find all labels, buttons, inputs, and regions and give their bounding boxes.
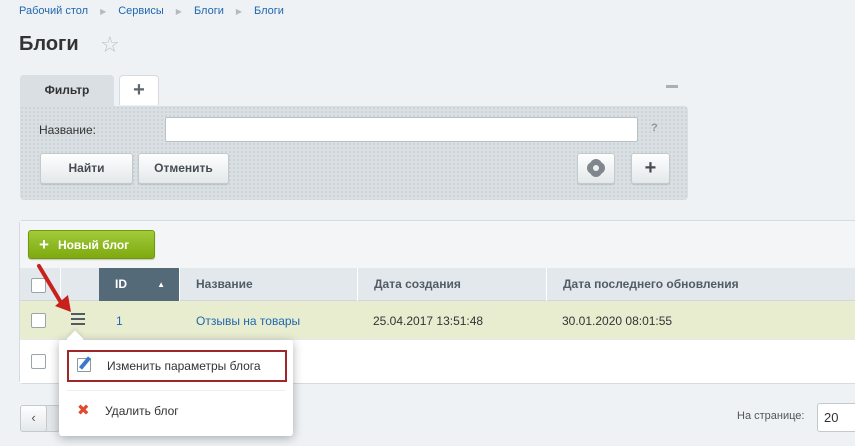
breadcrumb-blogs[interactable]: Блоги xyxy=(194,5,224,17)
cancel-button[interactable]: Отменить xyxy=(138,153,229,184)
menu-item-delete-blog[interactable]: Удалить блог xyxy=(67,396,287,426)
row-id[interactable]: 1 xyxy=(116,314,123,328)
menu-divider xyxy=(67,390,285,391)
breadcrumb-services[interactable]: Сервисы xyxy=(118,5,164,17)
row-name-link[interactable]: Отзывы на товары xyxy=(196,314,300,328)
filter-tab[interactable]: Фильтр xyxy=(20,75,114,108)
sort-ascending-icon: ▲ xyxy=(157,280,165,289)
chevron-right-icon: ▶ xyxy=(175,6,182,16)
row-created: 25.04.2017 13:51:48 xyxy=(373,314,484,328)
column-header-created[interactable]: Дата создания xyxy=(357,268,546,301)
menu-item-edit-blog[interactable]: Изменить параметры блога xyxy=(67,350,287,382)
new-blog-label: Новый блог xyxy=(57,238,130,252)
collapse-filter-icon[interactable] xyxy=(666,85,678,88)
pager-prev-button[interactable]: ‹ xyxy=(20,405,47,432)
name-filter-input[interactable] xyxy=(165,117,638,142)
breadcrumb: Рабочий стол ▶ Сервисы ▶ Блоги ▶ Блоги xyxy=(19,5,284,17)
edit-icon xyxy=(77,358,91,372)
column-header-id[interactable]: ID ▲ xyxy=(99,268,179,301)
chevron-right-icon: ▶ xyxy=(100,6,107,16)
delete-icon: ✖ xyxy=(77,402,90,419)
add-filter-tab-button[interactable]: + xyxy=(119,75,159,105)
per-page-label: На странице: xyxy=(737,410,805,422)
new-blog-button[interactable]: + Новый блог xyxy=(28,230,155,259)
add-filter-field-button[interactable]: + xyxy=(631,153,670,184)
column-header-id-label: ID xyxy=(115,277,127,291)
per-page-select[interactable]: 20 xyxy=(817,403,855,432)
filter-settings-button[interactable] xyxy=(577,153,615,184)
name-filter-label: Название: xyxy=(39,123,96,137)
chevron-right-icon: ▶ xyxy=(235,6,243,16)
gear-icon xyxy=(589,160,603,175)
plus-icon: + xyxy=(39,235,49,254)
help-icon[interactable]: ? xyxy=(651,122,658,134)
row-updated: 30.01.2020 08:01:55 xyxy=(562,314,673,328)
breadcrumb-desktop[interactable]: Рабочий стол xyxy=(19,5,88,17)
column-header-name[interactable]: Название xyxy=(179,268,357,301)
page-title: Блоги xyxy=(19,33,79,55)
annotation-arrow-icon xyxy=(37,264,71,312)
find-button[interactable]: Найти xyxy=(40,153,133,184)
footer-checkbox[interactable] xyxy=(31,354,46,369)
breadcrumb-blogs-current[interactable]: Блоги xyxy=(254,5,284,17)
column-header-updated[interactable]: Дата последнего обновления xyxy=(546,268,855,301)
star-icon[interactable]: ☆ xyxy=(100,34,120,56)
